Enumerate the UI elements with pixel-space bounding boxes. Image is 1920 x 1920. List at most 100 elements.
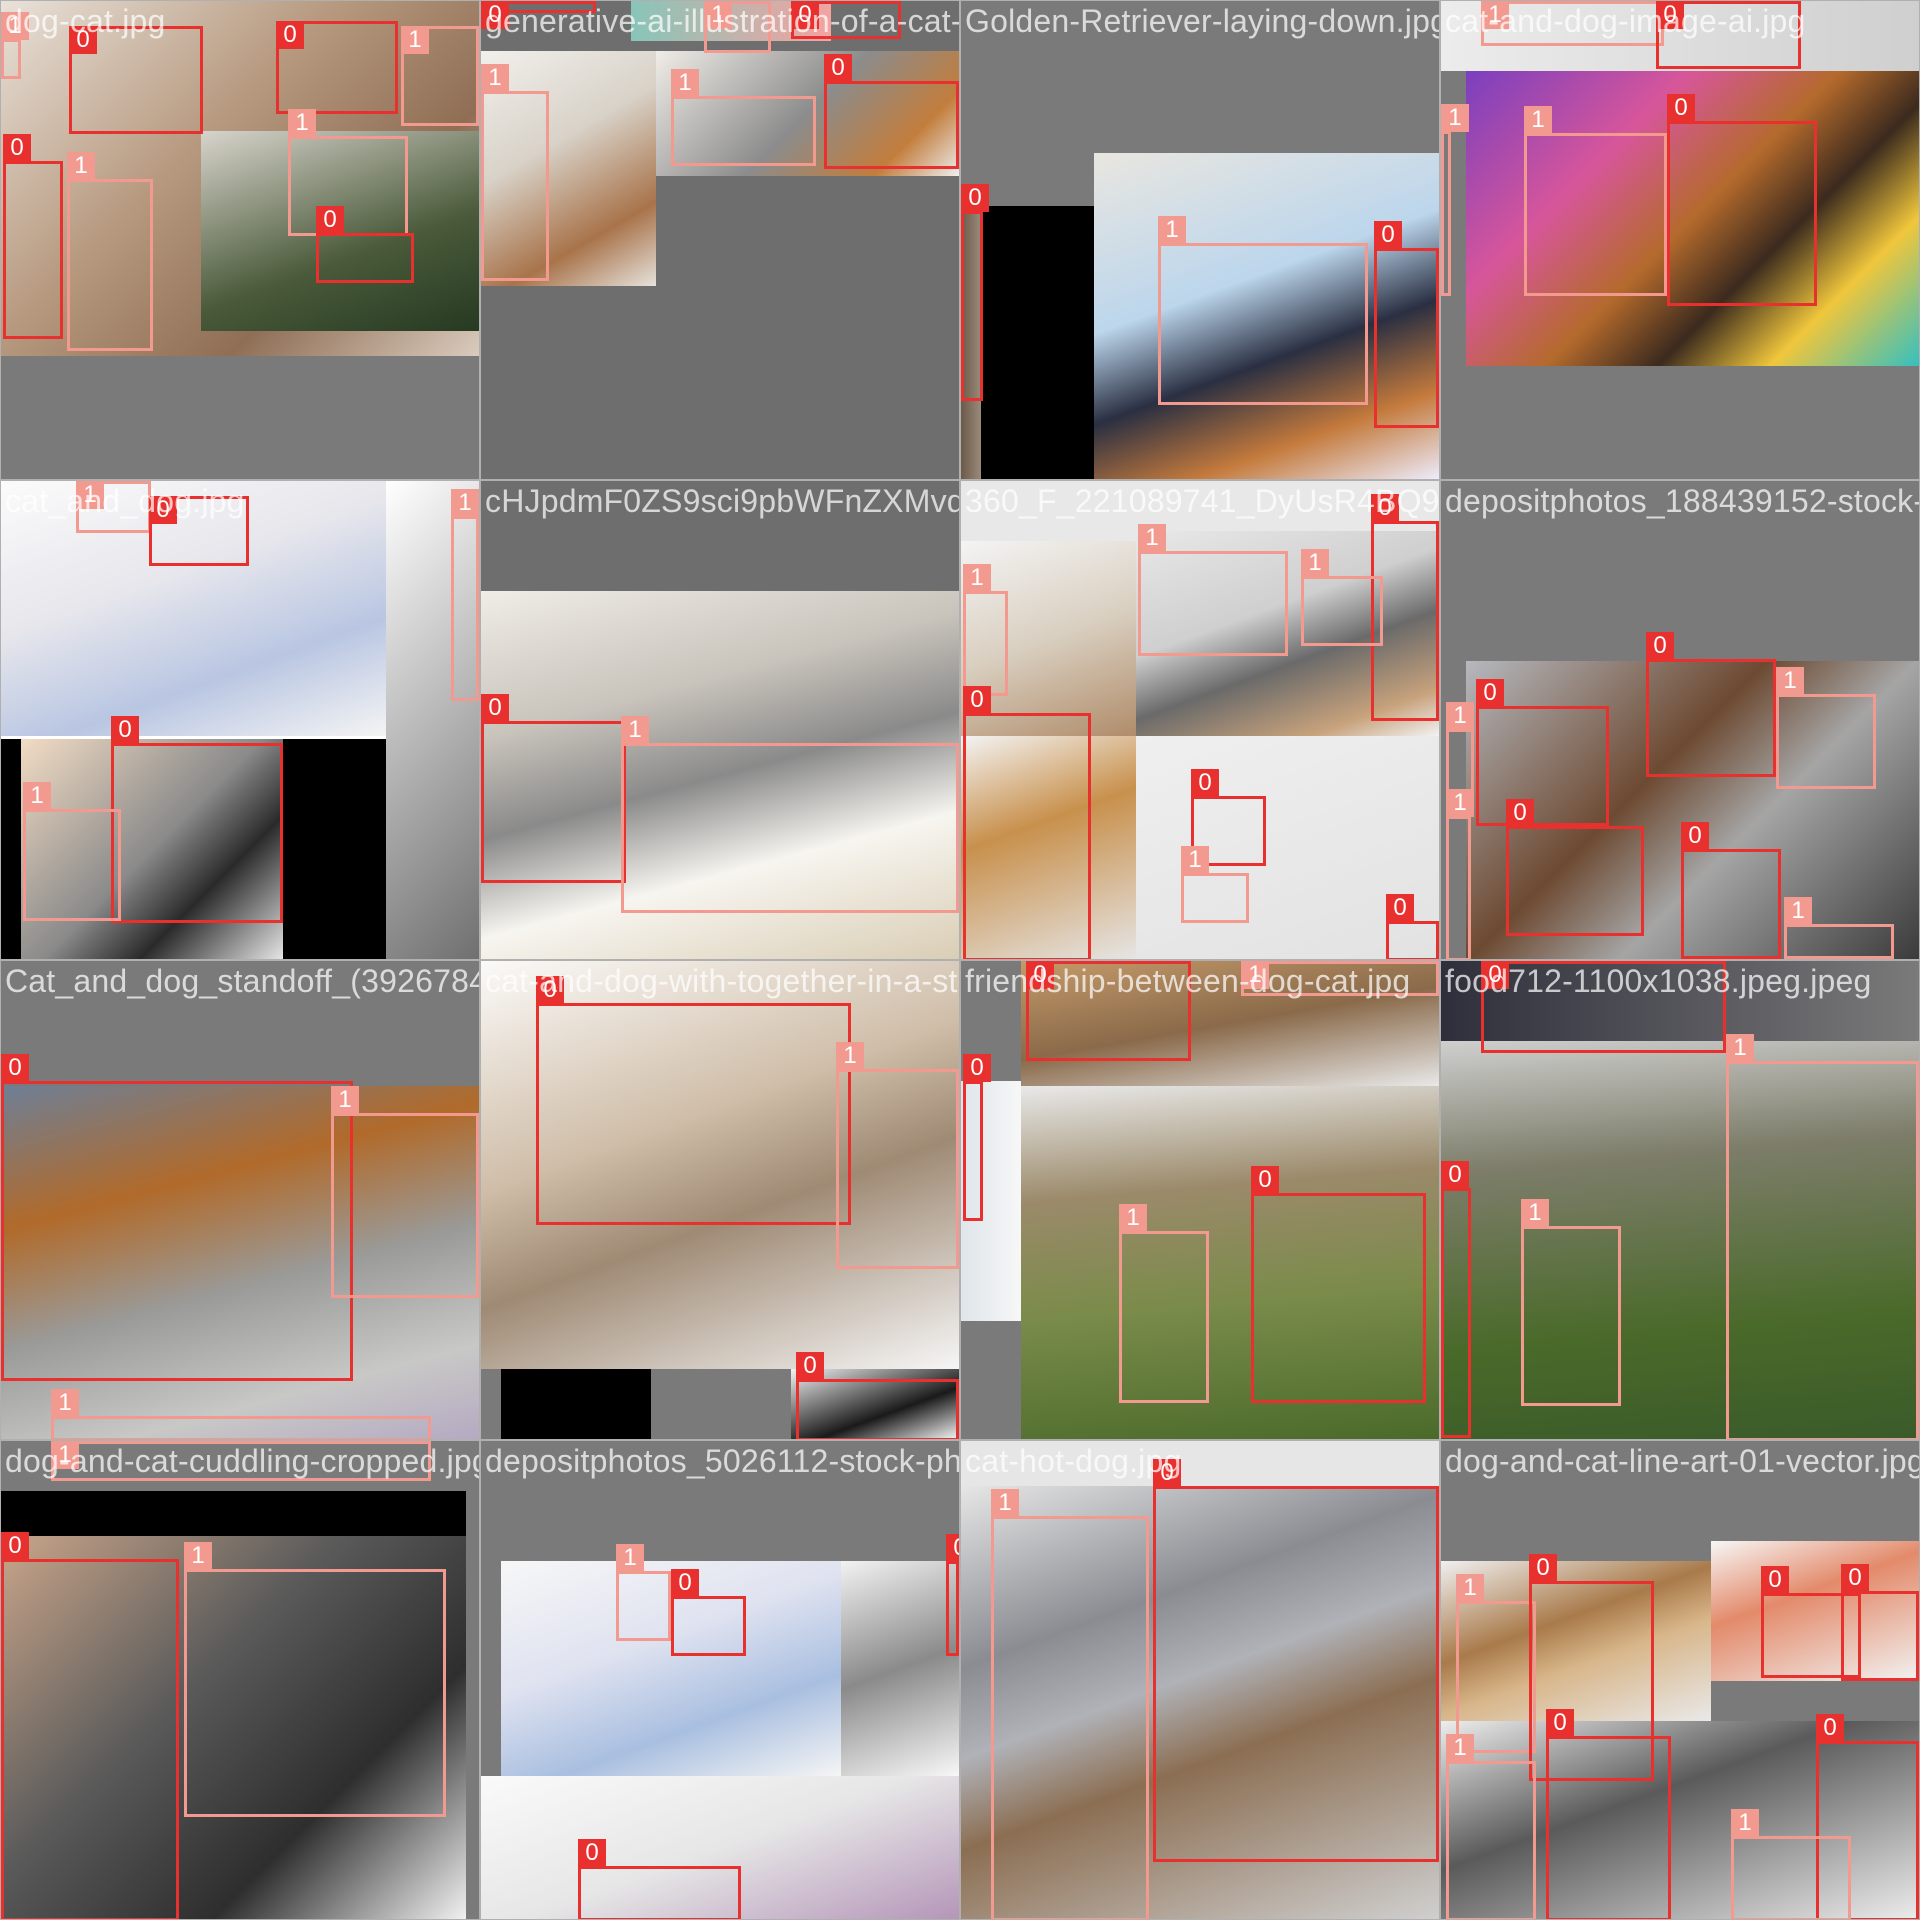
mosaic-tile: 1 0 1 dog-and-cat-cuddling-cropped.jpg bbox=[0, 1440, 480, 1920]
bounding-box-class-1: 1 bbox=[621, 716, 959, 913]
class-label: 0 bbox=[1816, 1714, 1844, 1742]
tile-filename: generative-ai-illustration-of-a-cat-and-… bbox=[485, 3, 959, 39]
class-label: 1 bbox=[671, 69, 699, 97]
class-label: 1 bbox=[23, 782, 51, 810]
class-label: 1 bbox=[288, 109, 316, 137]
class-label: 0 bbox=[1, 1532, 29, 1560]
mosaic-tile: 0 0 1 0 1 1 0 1 dog-cat.jpg bbox=[0, 0, 480, 480]
tile-filename: food712-1100x1038.jpeg.jpeg bbox=[1445, 963, 1872, 999]
bounding-box-class-0: 0 bbox=[1, 1054, 353, 1381]
class-label: 1 bbox=[451, 489, 479, 517]
bounding-box-class-0: 0 bbox=[1374, 221, 1439, 428]
class-label: 0 bbox=[1506, 799, 1534, 827]
class-label: 0 bbox=[578, 1839, 606, 1867]
bounding-box-class-0: 0 bbox=[1646, 632, 1776, 777]
bounding-box-class-1: 1 bbox=[1441, 104, 1469, 296]
class-label: 0 bbox=[1386, 894, 1414, 922]
class-label: 1 bbox=[1181, 846, 1209, 874]
class-label: 1 bbox=[1524, 106, 1552, 134]
class-label: 0 bbox=[1441, 1161, 1469, 1189]
bounding-box-class-1: 1 bbox=[67, 152, 153, 351]
tile-filename: cat-hot-dog.jpg bbox=[965, 1443, 1182, 1479]
bounding-box-class-0: 0 bbox=[1153, 1459, 1439, 1862]
class-label: 0 bbox=[276, 21, 304, 49]
bounding-box-class-1: 1 bbox=[963, 564, 1008, 696]
tile-filename: friendship-between-dog-cat.jpg bbox=[965, 963, 1411, 999]
class-label: 0 bbox=[963, 1054, 991, 1082]
bounding-box-class-0: 0 bbox=[111, 716, 283, 923]
class-label: 1 bbox=[67, 152, 95, 180]
mosaic-tile: 0 1 cHJpdmF0ZS9sci9pbWFnZXMvd2Vic2l0ZS8yMD… bbox=[480, 480, 960, 960]
bounding-box-class-1: 1 bbox=[1726, 1034, 1919, 1439]
class-label: 1 bbox=[1446, 789, 1474, 817]
tile-filename: cat_and_dog.jpg bbox=[5, 483, 245, 519]
class-label: 1 bbox=[1119, 1204, 1147, 1232]
bounding-box-class-0: 0 bbox=[671, 1569, 746, 1656]
tile-filename: cat-and-dog-with-together-in-a-studio-on… bbox=[485, 963, 959, 999]
mosaic-tile: 1 0 cat-hot-dog.jpg bbox=[960, 1440, 1440, 1920]
photo-region bbox=[1, 1491, 466, 1536]
tile-filename: Golden-Retriever-laying-down.jpg bbox=[965, 3, 1440, 39]
bounding-box-class-0: 0 bbox=[1441, 1161, 1471, 1438]
bounding-box-class-0: 0 bbox=[796, 1352, 959, 1439]
class-label: 1 bbox=[1301, 549, 1329, 577]
mosaic-tile: 1 0 1 0 1 cat-and-dog-image-ai.jpg bbox=[1440, 0, 1920, 480]
bounding-box-class-1: 1 bbox=[288, 109, 408, 236]
tile-filename: dog-and-cat-cuddling-cropped.jpg bbox=[5, 1443, 480, 1479]
photo-region bbox=[841, 1561, 959, 1776]
class-label: 1 bbox=[1446, 702, 1474, 730]
tile-filename: cHJpdmF0ZS9sci9pbWFnZXMvd2Vic2l0ZS8yMDIy… bbox=[485, 483, 959, 519]
tile-filename: Cat_and_dog_standoff_(3926784260).jpg bbox=[5, 963, 479, 999]
class-label: 0 bbox=[1, 1054, 29, 1082]
bounding-box-class-1: 1 bbox=[1446, 1734, 1536, 1919]
bounding-box-class-0: 0 bbox=[824, 54, 959, 169]
bounding-box-class-1: 1 bbox=[184, 1542, 446, 1817]
class-label: 0 bbox=[316, 206, 344, 234]
mosaic-tile: 0 1 1 Cat_and_dog_standoff_(3926784260).jpg bbox=[0, 960, 480, 1440]
class-label: 0 bbox=[1374, 221, 1402, 249]
bounding-box-class-1: 1 bbox=[1784, 897, 1894, 959]
class-label: 0 bbox=[671, 1569, 699, 1597]
class-label: 1 bbox=[184, 1542, 212, 1570]
bounding-box-class-0: 0 bbox=[1546, 1709, 1671, 1919]
class-label: 0 bbox=[1761, 1566, 1789, 1594]
class-label: 0 bbox=[1681, 822, 1709, 850]
class-label: 1 bbox=[51, 1389, 79, 1417]
mosaic-tile: 0 1 0 Golden-Retriever-laying-down.jpg bbox=[960, 0, 1440, 480]
bounding-box-class-1: 1 bbox=[1181, 846, 1249, 923]
mosaic-tile: 0 1 0 0 1 friendship-between-dog-cat.jpg bbox=[960, 960, 1440, 1440]
class-label: 1 bbox=[481, 64, 509, 92]
bounding-box-class-0: 0 bbox=[1681, 822, 1781, 959]
class-label: 0 bbox=[961, 184, 989, 212]
mosaic-tile: 0 0 1 1 food712-1100x1038.jpeg.jpeg bbox=[1440, 960, 1920, 1440]
class-label: 1 bbox=[1776, 667, 1804, 695]
class-label: 0 bbox=[946, 1534, 959, 1562]
bounding-box-class-0: 0 bbox=[1476, 679, 1609, 826]
bounding-box-class-1: 1 bbox=[1301, 549, 1383, 646]
class-label: 0 bbox=[963, 686, 991, 714]
bounding-box-class-0: 0 bbox=[963, 1054, 991, 1221]
bounding-box-class-1: 1 bbox=[1119, 1204, 1209, 1403]
bounding-box-class-0: 0 bbox=[963, 686, 1091, 959]
mosaic-tile: 01110010360_F_221089741_DyUsR4BQ9F8xZIX9… bbox=[960, 480, 1440, 960]
class-label: 1 bbox=[1456, 1574, 1484, 1602]
class-label: 1 bbox=[1138, 524, 1166, 552]
class-label: 0 bbox=[1191, 769, 1219, 797]
bounding-box-class-0: 0 bbox=[961, 184, 989, 401]
bounding-box-class-1: 1 bbox=[1521, 1199, 1621, 1406]
class-label: 1 bbox=[991, 1489, 1019, 1517]
bounding-box-class-0: 0 bbox=[1841, 1564, 1919, 1681]
class-label: 0 bbox=[1529, 1554, 1557, 1582]
bounding-box-class-1: 1 bbox=[401, 26, 479, 126]
class-label: 0 bbox=[824, 54, 852, 82]
mosaic-tile: 1 0 1 0 1 cat_and_dog.jpg bbox=[0, 480, 480, 960]
tile-filename: dog-cat.jpg bbox=[5, 3, 166, 39]
bounding-box-class-1: 1 bbox=[1138, 524, 1288, 656]
bounding-box-class-1: 1 bbox=[481, 64, 549, 281]
class-label: 1 bbox=[1731, 1809, 1759, 1837]
bounding-box-class-0: 0 bbox=[69, 26, 203, 134]
bounding-box-class-1: 1 bbox=[616, 1544, 671, 1641]
bounding-box-class-1: 1 bbox=[1776, 667, 1876, 789]
class-label: 1 bbox=[1158, 216, 1186, 244]
mosaic-tile: 00110011depositphotos_188439152-stock-ph… bbox=[1440, 480, 1920, 960]
